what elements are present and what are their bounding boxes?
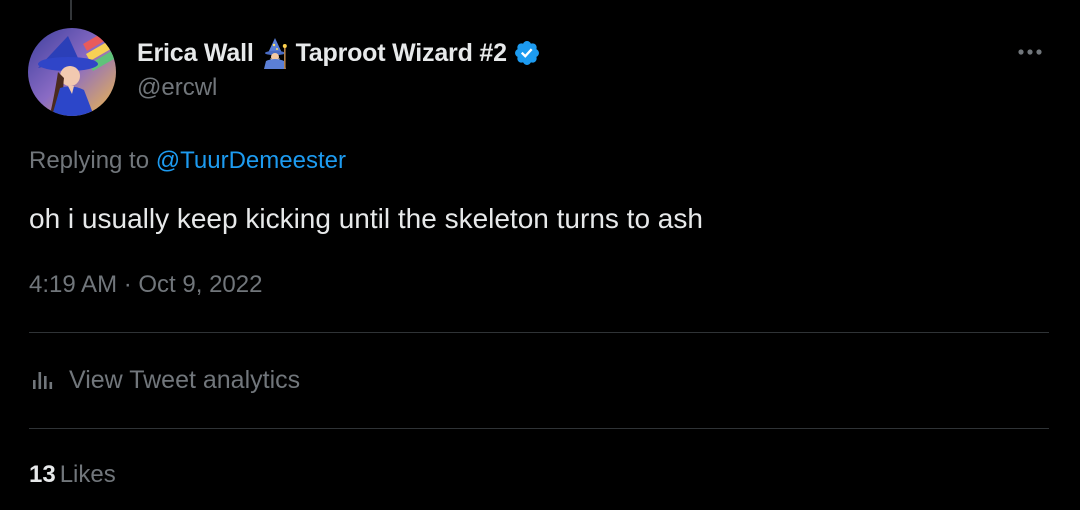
author-name-row[interactable]: Erica Wall Taproot Wizard #2 (137, 36, 541, 70)
replying-to-line: Replying to @TuurDemeester (29, 147, 346, 175)
author-display-name[interactable]: Erica Wall (137, 39, 254, 68)
view-tweet-analytics-button[interactable]: View Tweet analytics (29, 364, 300, 396)
author-handle[interactable]: @ercwl (137, 74, 217, 102)
mage-emoji-icon (260, 37, 290, 69)
tweet-text: oh i usually keep kicking until the skel… (29, 203, 703, 234)
divider-bottom (29, 428, 1049, 429)
replying-to-prefix: Replying to (29, 147, 156, 174)
divider-top (29, 332, 1049, 333)
likes-count: 13 (29, 461, 56, 488)
author-name-suffix[interactable]: Taproot Wizard #2 (296, 39, 507, 68)
author-avatar[interactable] (28, 28, 116, 116)
more-horizontal-icon[interactable] (1012, 40, 1048, 64)
avatar-image (28, 28, 116, 116)
likes-label: Likes (59, 461, 116, 488)
bar-chart-icon (29, 366, 57, 394)
tweet-timestamp[interactable]: 4:19 AM · Oct 9, 2022 (29, 271, 262, 299)
view-tweet-analytics-label: View Tweet analytics (69, 365, 301, 394)
reply-to-handle-link[interactable]: @TuurDemeester (156, 147, 346, 174)
thread-connector-line (70, 0, 72, 20)
likes-stat[interactable]: 13 Likes (29, 461, 116, 489)
verified-badge-icon (513, 39, 541, 67)
